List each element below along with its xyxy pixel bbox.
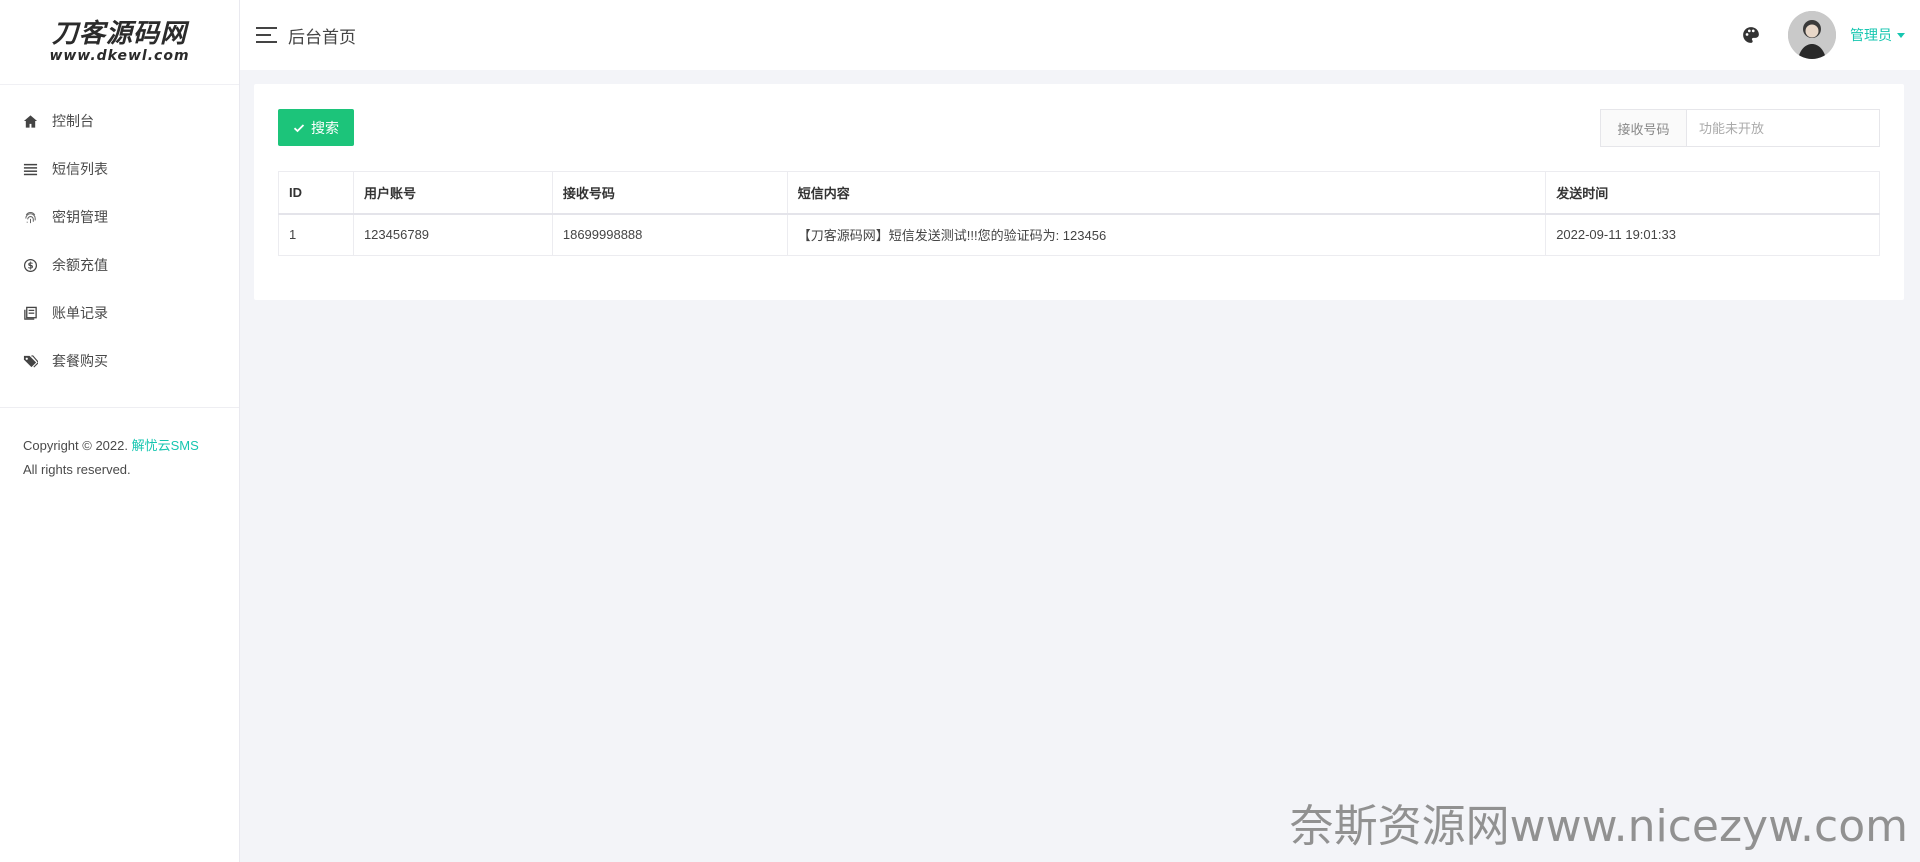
sidebar-item-recharge[interactable]: $ 余额充值 xyxy=(0,241,239,289)
cell-account: 123456789 xyxy=(352,213,553,256)
rights-text: All rights reserved. xyxy=(23,462,131,477)
column-header-phone: 接收号码 xyxy=(551,171,788,215)
list-icon xyxy=(22,161,38,177)
sidebar-item-packages[interactable]: 套餐购买 xyxy=(0,337,239,385)
sidebar: 刀客源码网 www.dkewl.com 控制台 短信列表 密钥管理 $ 余额充值… xyxy=(0,0,240,862)
sidebar-item-bills[interactable]: 账单记录 xyxy=(0,289,239,337)
sms-table: ID 用户账号 接收号码 短信内容 发送时间 1 123456789 18699… xyxy=(278,171,1880,256)
cell-id: 1 xyxy=(278,213,354,256)
sidebar-item-dashboard[interactable]: 控制台 xyxy=(0,97,239,145)
table-header-row: ID 用户账号 接收号码 短信内容 发送时间 xyxy=(278,171,1880,215)
dollar-circle-icon: $ xyxy=(22,257,38,273)
palette-icon[interactable] xyxy=(1742,26,1760,44)
sidebar-item-label: 账单记录 xyxy=(52,305,108,321)
tags-icon xyxy=(22,353,38,369)
logo[interactable]: 刀客源码网 www.dkewl.com xyxy=(0,0,239,85)
logo-title: 刀客源码网 xyxy=(51,19,187,49)
table-row: 1 123456789 18699998888 【刀客源码网】短信发送测试!!!… xyxy=(278,213,1880,256)
watermark: 奈斯资源网www.nicezyw.com xyxy=(1289,801,1908,852)
fingerprint-icon xyxy=(22,209,38,225)
logo-url: www.dkewl.com xyxy=(49,48,190,64)
brand-link[interactable]: 解忧云SMS xyxy=(132,438,199,453)
sidebar-menu: 控制台 短信列表 密钥管理 $ 余额充值 账单记录 套餐购买 xyxy=(0,85,239,385)
sidebar-item-label: 密钥管理 xyxy=(52,209,108,225)
header-actions: 管理员 xyxy=(1742,0,1920,70)
avatar[interactable] xyxy=(1788,11,1836,59)
hamburger-icon[interactable] xyxy=(256,27,278,43)
sidebar-item-label: 控制台 xyxy=(52,113,94,129)
sms-list-card: 搜索 接收号码 ID 用户账号 接收号码 短信内容 发送时间 1 xyxy=(254,84,1904,300)
filter-label: 接收号码 xyxy=(1601,110,1687,146)
search-button-label: 搜索 xyxy=(311,119,339,136)
cell-time: 2022-09-11 19:01:33 xyxy=(1545,213,1880,256)
sidebar-item-keys[interactable]: 密钥管理 xyxy=(0,193,239,241)
check-icon xyxy=(293,123,305,132)
copyright: Copyright © 2022. 解忧云SMS All rights rese… xyxy=(0,408,239,482)
sidebar-item-label: 套餐购买 xyxy=(52,353,108,369)
cell-phone: 18699998888 xyxy=(551,213,788,256)
phone-filter: 接收号码 xyxy=(1600,109,1880,147)
top-header: 后台首页 管理员 xyxy=(240,0,1920,70)
chevron-down-icon xyxy=(1897,32,1905,38)
user-name: 管理员 xyxy=(1850,27,1892,43)
column-header-id: ID xyxy=(278,171,354,215)
column-header-content: 短信内容 xyxy=(786,171,1547,215)
copyright-text: Copyright © 2022. xyxy=(23,438,128,453)
sidebar-item-label: 短信列表 xyxy=(52,161,108,177)
search-button[interactable]: 搜索 xyxy=(278,109,354,146)
phone-filter-input[interactable] xyxy=(1687,110,1879,146)
sidebar-item-label: 余额充值 xyxy=(52,257,108,273)
sidebar-item-sms-list[interactable]: 短信列表 xyxy=(0,145,239,193)
column-header-time: 发送时间 xyxy=(1545,171,1880,215)
svg-text:$: $ xyxy=(27,260,33,270)
page-title: 后台首页 xyxy=(288,27,356,47)
column-header-account: 用户账号 xyxy=(352,171,553,215)
app: 刀客源码网 www.dkewl.com 控制台 短信列表 密钥管理 $ 余额充值… xyxy=(0,0,1920,862)
book-icon xyxy=(22,305,38,321)
cell-content: 【刀客源码网】短信发送测试!!!您的验证码为: 123456 xyxy=(786,213,1547,256)
home-icon xyxy=(22,113,38,129)
user-menu[interactable]: 管理员 xyxy=(1850,25,1905,45)
